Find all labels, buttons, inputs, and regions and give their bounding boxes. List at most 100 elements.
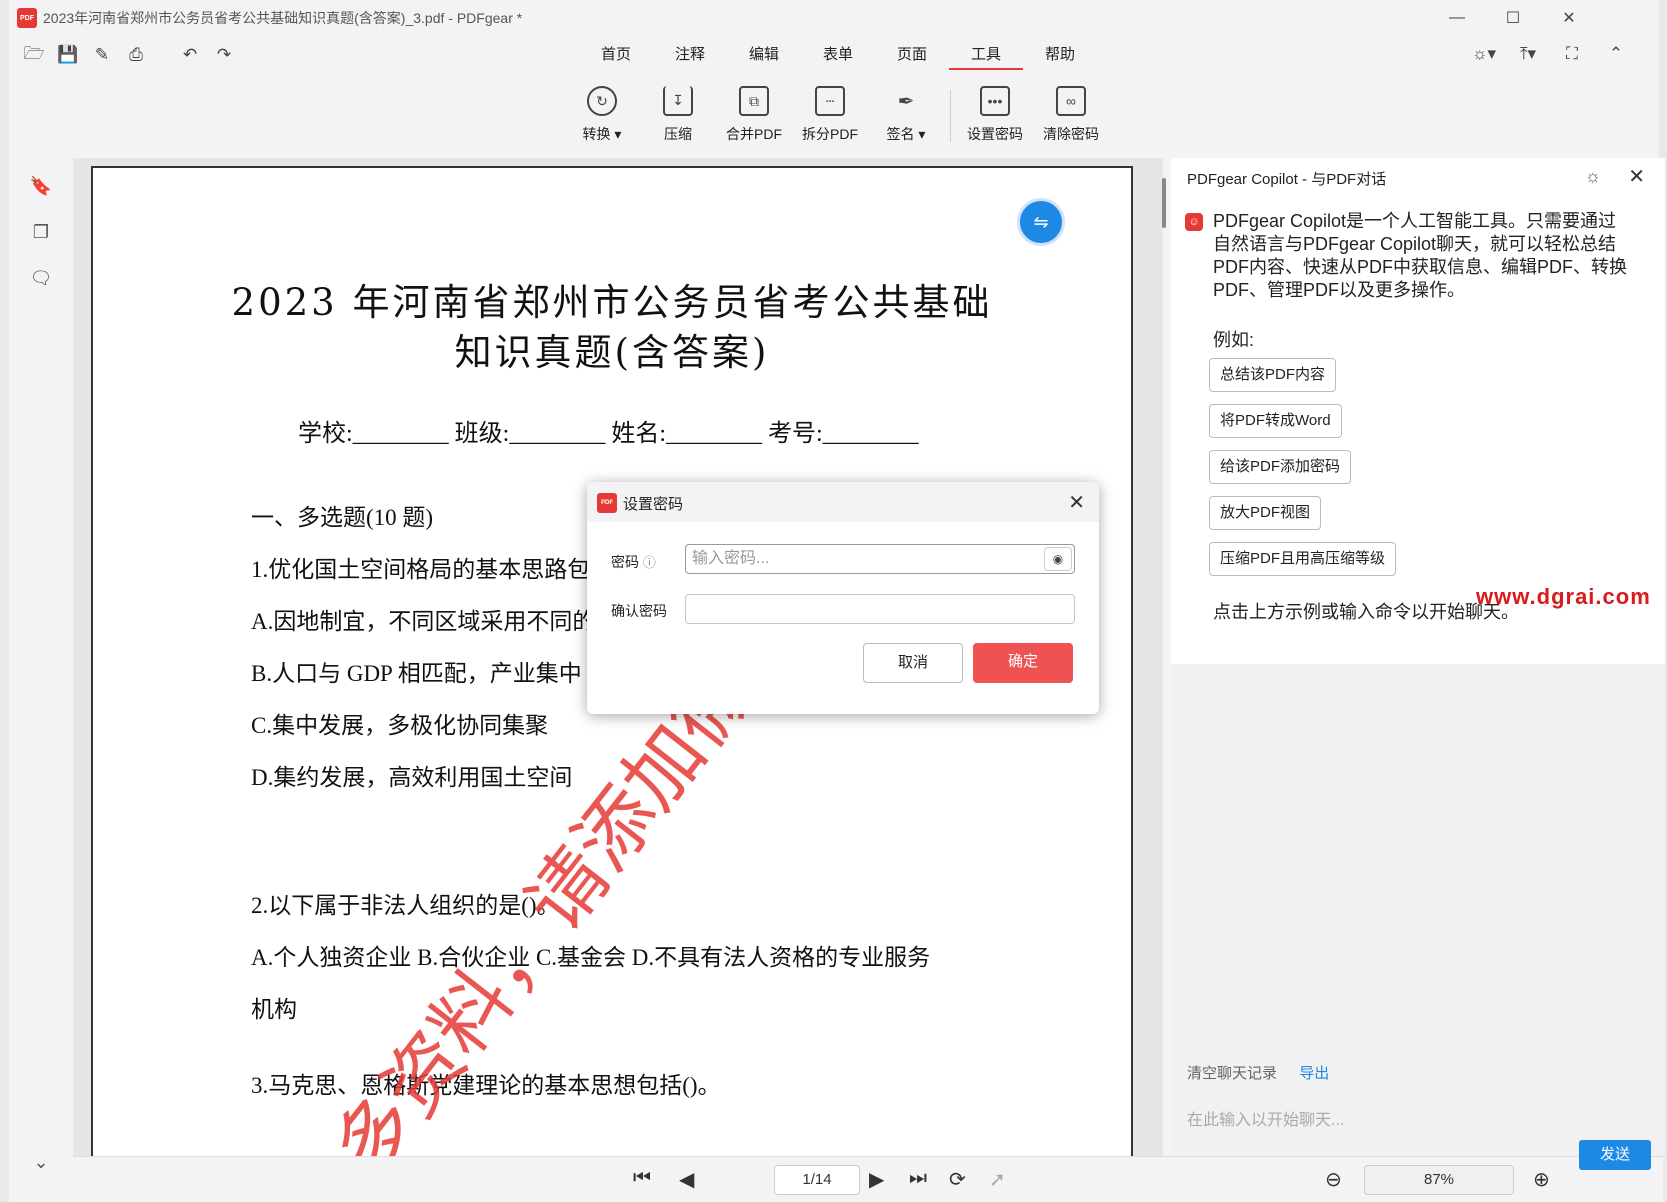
rotate-icon[interactable]: ⟳ [949,1167,966,1192]
chevron-down-icon[interactable]: ⌄ [29,1150,53,1174]
tab-help[interactable]: 帮助 [1023,44,1097,70]
example-compress[interactable]: 压缩PDF且用高压缩等级 [1209,542,1397,576]
lock-icon: ••• [980,86,1010,116]
ok-button[interactable]: 确定 [973,643,1073,683]
export-link[interactable]: 导出 [1299,1065,1329,1082]
brand-watermark: www.dgrai.com [1476,584,1651,609]
doc-q1d: D.集约发展，高效利用国土空间 [251,765,573,790]
set-password-dialog: PDF 设置密码 ✕ 密码 ⓘ 输入密码... ◉ 确认密码 取消 确定 [587,482,1099,714]
prev-page-icon[interactable]: ◀ [679,1167,694,1192]
merge-pdf-button[interactable]: ⧉ 合并PDF [716,86,792,144]
title-bar: PDF 2023年河南省郑州市公务员省考公共基础知识真题(含答案)_3.pdf … [9,0,1659,36]
doc-section: 一、多选题(10 题) [251,505,434,530]
menu-tabs: 首页 注释 编辑 表单 页面 工具 帮助 [579,44,1097,70]
minimize-button[interactable]: — [1429,0,1485,36]
share-icon[interactable]: ⤒▾ [1515,44,1541,64]
bookmark-icon[interactable]: 🔖 [29,174,53,198]
fullscreen-icon[interactable]: ⛶ [1559,44,1585,64]
confirm-password-label: 确认密码 [611,603,667,619]
doc-q1c: C.集中发展，多极化协同集聚 [251,713,549,738]
window-title: 2023年河南省郑州市公务员省考公共基础知识真题(含答案)_3.pdf - PD… [43,10,523,26]
comments-icon[interactable]: 🗨 [29,266,53,290]
tab-form[interactable]: 表单 [801,44,875,70]
ribbon: ↻ 转换 ▾ ↧ 压缩 ⧉ 合并PDF ┄ 拆分PDF ✒ 签名 ▾ ••• 设置密码 ∞ 清… [564,86,1109,144]
left-sidebar: 🔖 ❐ 🗨 ⌄ [9,158,71,1202]
right-tools: ☼▾ ⤒▾ ⛶ ⌃ [1471,44,1629,64]
password-input[interactable]: 输入密码... ◉ [685,544,1075,574]
translate-button[interactable]: ⇋ [1017,198,1065,246]
doc-q1a: A.因地制宜，不同区域采用不同的 [251,609,596,634]
set-password-button[interactable]: ••• 设置密码 [957,86,1033,144]
copilot-hint: 点击上方示例或输入命令以开始聊天。 [1213,602,1519,622]
open-folder-icon[interactable]: 🗁 [23,44,45,66]
dialog-header: PDF 设置密码 ✕ [587,482,1099,522]
signature-button[interactable]: ✒ 签名 ▾ [868,86,944,144]
last-page-icon[interactable]: ⏭ [909,1167,927,1190]
app-logo-icon: PDF [17,8,37,28]
page-number-input[interactable]: 1/14 [774,1165,860,1195]
undo-icon[interactable]: ↶ [179,44,201,66]
example-zoom[interactable]: 放大PDF视图 [1209,496,1322,530]
maximize-button[interactable]: ☐ [1485,0,1541,36]
send-button[interactable]: 发送 [1579,1140,1651,1170]
confirm-password-input[interactable] [685,594,1075,624]
doc-q1: 1.优化国土空间格局的基本思路包 [251,557,591,582]
next-page-icon[interactable]: ▶ [869,1167,884,1192]
save-icon[interactable]: 💾 [57,44,79,66]
goto-icon[interactable]: ➚ [989,1167,1006,1192]
show-password-eye-icon[interactable]: ◉ [1044,547,1072,571]
doc-fields: 学校:________ 班级:________ 姓名:________ 考号:_… [298,421,919,447]
remove-password-button[interactable]: ∞ 清除密码 [1033,86,1109,144]
copilot-title: PDFgear Copilot - 与PDF对话 [1187,171,1387,188]
doc-q2-options: A.个人独资企业 B.合伙企业 C.基金会 D.不具有法人资格的专业服务 [251,945,931,970]
example-to-word[interactable]: 将PDF转成Word [1209,404,1342,438]
tab-home[interactable]: 首页 [579,44,653,70]
support-icon[interactable]: ☼ [1585,166,1602,187]
password-label: 密码 ⓘ [611,554,656,570]
bottom-bar: ⏮ ◀ ▶ ⏭ ⟳ ➚ ⊖ ⊕ 1/14 87% [73,1156,1663,1202]
print-icon[interactable]: ⎙ [125,44,147,66]
thumbnails-icon[interactable]: ❐ [29,220,53,244]
convert-button[interactable]: ↻ 转换 ▾ [564,86,640,144]
merge-icon: ⧉ [739,86,769,116]
copilot-bot-icon: ☺ [1185,213,1203,231]
close-window-button[interactable]: ✕ [1541,0,1597,36]
clear-history-link[interactable]: 清空聊天记录 [1187,1065,1277,1082]
copilot-panel: PDFgear Copilot - 与PDF对话 ☼ ✕ ☺ PDFgear C… [1171,158,1665,1170]
tab-edit[interactable]: 编辑 [727,44,801,70]
redo-icon[interactable]: ↷ [213,44,235,66]
dialog-title: 设置密码 [623,496,684,513]
ribbon-divider [950,90,951,142]
first-page-icon[interactable]: ⏮ [633,1167,651,1190]
tab-tools[interactable]: 工具 [949,44,1023,70]
zoom-out-icon[interactable]: ⊖ [1325,1167,1342,1192]
compress-icon: ↧ [663,86,693,116]
dialog-logo-icon: PDF [597,493,617,513]
zoom-in-icon[interactable]: ⊕ [1533,1167,1550,1192]
chat-actions: 清空聊天记录 导出 [1187,1062,1347,1083]
quick-access-toolbar: 🗁 💾 ✎ ⎙ ↶ ↷ [23,44,235,66]
app-window: PDF 2023年河南省郑州市公务员省考公共基础知识真题(含答案)_3.pdf … [9,0,1665,1202]
chat-area: 清空聊天记录 导出 在此输入以开始聊天... 发送 [1171,664,1665,1170]
theme-icon[interactable]: ☼▾ [1471,44,1497,64]
compress-button[interactable]: ↧ 压缩 [640,86,716,144]
split-icon: ┄ [815,86,845,116]
save-as-icon[interactable]: ✎ [91,44,113,66]
dialog-close-icon[interactable]: ✕ [1068,490,1085,515]
tab-annotate[interactable]: 注释 [653,44,727,70]
tab-page[interactable]: 页面 [875,44,949,70]
vertical-scrollbar[interactable] [1162,178,1166,228]
cancel-button[interactable]: 取消 [863,643,963,683]
close-panel-icon[interactable]: ✕ [1628,164,1645,189]
examples-label: 例如: [1213,330,1255,350]
doc-title-line2: 知识真题(含答案) [454,331,770,374]
example-summarize[interactable]: 总结该PDF内容 [1209,358,1337,392]
split-pdf-button[interactable]: ┄ 拆分PDF [792,86,868,144]
doc-q2-cont: 机构 [251,997,297,1022]
copilot-intro: PDFgear Copilot是一个人工智能工具。只需要通过自然语言与PDFge… [1213,211,1627,300]
collapse-ribbon-icon[interactable]: ⌃ [1603,44,1629,64]
example-add-password[interactable]: 给该PDF添加密码 [1209,450,1352,484]
chat-input[interactable]: 在此输入以开始聊天... [1187,1106,1344,1130]
info-icon: ⓘ [642,555,656,570]
zoom-level-input[interactable]: 87% [1364,1165,1514,1195]
